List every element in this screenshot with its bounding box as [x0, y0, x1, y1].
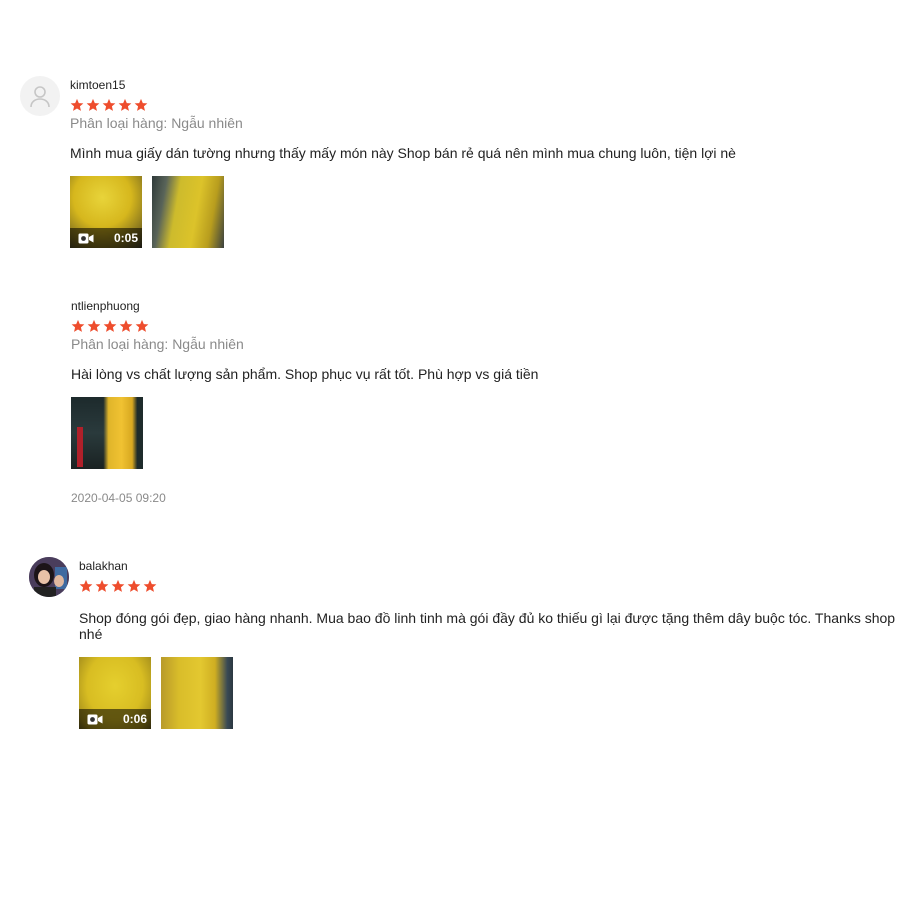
rating-stars [79, 579, 157, 593]
star-icon [134, 98, 148, 111]
review-timestamp: 2020-04-05 09:20 [71, 491, 166, 505]
review-media: 0:05 [70, 176, 224, 248]
review-image-thumbnail[interactable] [152, 176, 224, 248]
review-media: 0:06 [79, 657, 233, 729]
star-icon [118, 98, 132, 111]
star-icon [119, 319, 133, 332]
star-icon [87, 319, 101, 332]
review-image-thumbnail[interactable] [161, 657, 233, 729]
user-icon [30, 86, 50, 108]
review-video-thumbnail[interactable]: 0:06 [79, 657, 151, 729]
video-camera-icon [78, 233, 94, 243]
star-icon [70, 98, 84, 111]
star-icon [102, 98, 116, 111]
avatar[interactable] [20, 76, 60, 116]
review-username[interactable]: balakhan [79, 559, 128, 573]
star-icon [127, 579, 141, 592]
avatar[interactable] [29, 557, 69, 597]
review-comment: Hài lòng vs chất lượng sản phẩm. Shop ph… [71, 366, 539, 382]
product-variation: Phân loại hàng: Ngẫu nhiên [70, 115, 243, 131]
star-icon [71, 319, 85, 332]
star-icon [135, 319, 149, 332]
profile-photo-icon [29, 557, 69, 597]
video-camera-icon [87, 714, 103, 724]
rating-stars [70, 98, 148, 112]
review-image-thumbnail[interactable] [71, 397, 143, 469]
product-variation: Phân loại hàng: Ngẫu nhiên [71, 336, 244, 352]
video-duration: 0:05 [113, 231, 138, 245]
star-icon [95, 579, 109, 592]
rating-stars [71, 319, 149, 333]
review-username[interactable]: ntlienphuong [71, 299, 140, 313]
review-video-thumbnail[interactable]: 0:05 [70, 176, 142, 248]
review-media [71, 397, 143, 469]
video-duration-bar: 0:05 [70, 228, 142, 248]
red-strip [77, 427, 83, 467]
star-icon [103, 319, 117, 332]
star-icon [143, 579, 157, 592]
star-icon [79, 579, 93, 592]
star-icon [111, 579, 125, 592]
star-icon [86, 98, 100, 111]
video-duration: 0:06 [122, 712, 147, 726]
review-comment: Shop đóng gói đẹp, giao hàng nhanh. Mua … [79, 610, 896, 642]
review-username[interactable]: kimtoen15 [70, 78, 125, 92]
review-comment: Mình mua giấy dán tường nhưng thấy mấy m… [70, 145, 736, 161]
video-duration-bar: 0:06 [79, 709, 151, 729]
